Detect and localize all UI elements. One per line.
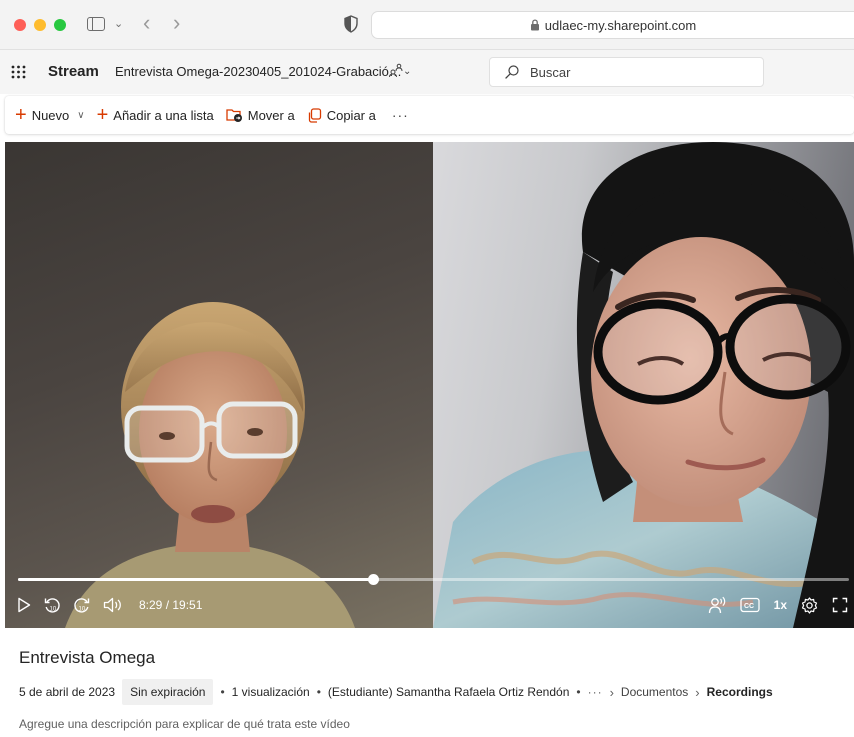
new-button[interactable]: + Nuevo ∨ bbox=[15, 104, 85, 126]
address-bar[interactable]: udlaec-my.sharepoint.com bbox=[371, 11, 854, 39]
back-button[interactable]: ‹ bbox=[143, 10, 150, 36]
minimize-window-button[interactable] bbox=[34, 19, 46, 31]
play-icon[interactable] bbox=[17, 597, 31, 613]
lock-icon bbox=[530, 19, 539, 31]
breadcrumb-separator-icon: › bbox=[609, 684, 614, 700]
video-title[interactable]: Entrevista Omega bbox=[19, 648, 155, 668]
plus-icon: + bbox=[15, 104, 27, 126]
player-controls-left: 10 10 8:29 / 19:51 bbox=[17, 596, 202, 614]
new-label: Nuevo bbox=[31, 107, 70, 123]
seek-bar-played bbox=[18, 578, 373, 581]
title-chevron-down-icon[interactable]: ⌄ bbox=[403, 66, 411, 77]
browser-toolbar: ⌄ ‹ › udlaec-my.sharepoint.com bbox=[0, 0, 854, 50]
skip-back-seconds: 10 bbox=[50, 607, 57, 613]
video-player[interactable]: 10 10 8:29 / 19:51 CC 1x bbox=[5, 142, 854, 628]
fullscreen-icon[interactable] bbox=[832, 597, 848, 613]
search-icon bbox=[505, 65, 519, 79]
breadcrumb-recordings[interactable]: Recordings bbox=[707, 685, 773, 699]
skip-back-icon[interactable]: 10 bbox=[43, 596, 61, 614]
move-to-button[interactable]: Mover a bbox=[226, 108, 295, 123]
add-to-list-label: Añadir a una lista bbox=[113, 107, 214, 123]
app-name[interactable]: Stream bbox=[48, 63, 99, 80]
breadcrumb-documentos[interactable]: Documentos bbox=[621, 685, 688, 699]
video-meta-row: 5 de abril de 2023 Sin expiración • 1 vi… bbox=[19, 679, 773, 705]
waffle-icon[interactable] bbox=[11, 65, 26, 79]
copy-to-button[interactable]: Copiar a bbox=[307, 108, 376, 123]
playback-speed-button[interactable]: 1x bbox=[774, 598, 787, 612]
meta-separator: • bbox=[316, 685, 321, 699]
copy-icon bbox=[308, 107, 321, 123]
zoom-window-button[interactable] bbox=[54, 19, 66, 31]
app-header: Stream Entrevista Omega-20230405_201024-… bbox=[0, 50, 854, 94]
more-options-button[interactable]: ··· bbox=[392, 107, 409, 123]
command-bar: + Nuevo ∨ + Añadir a una lista Mover a C… bbox=[5, 96, 854, 134]
view-count: 1 visualización bbox=[231, 685, 310, 699]
meta-separator: • bbox=[220, 685, 225, 699]
owner-name[interactable]: (Estudiante) Samantha Rafaela Ortiz Rend… bbox=[328, 685, 569, 699]
close-window-button[interactable] bbox=[14, 19, 26, 31]
volume-icon[interactable] bbox=[103, 597, 123, 613]
add-list-icon: + bbox=[96, 104, 109, 126]
add-to-list-button[interactable]: + Añadir a una lista bbox=[96, 104, 214, 126]
tab-group-chevron-down-icon[interactable]: ⌄ bbox=[114, 17, 123, 30]
video-participant-left bbox=[5, 142, 433, 628]
seek-bar[interactable] bbox=[18, 574, 849, 585]
url-text: udlaec-my.sharepoint.com bbox=[544, 17, 697, 33]
description-placeholder[interactable]: Agregue una descripción para explicar de… bbox=[19, 717, 350, 731]
seek-bar-thumb[interactable] bbox=[367, 574, 379, 585]
participant-left-figure bbox=[65, 302, 355, 628]
upload-date: 5 de abril de 2023 bbox=[19, 685, 116, 699]
breadcrumb-overflow-button[interactable]: ··· bbox=[588, 685, 603, 699]
search-box[interactable] bbox=[489, 57, 764, 87]
sidebar-toggle-icon[interactable] bbox=[87, 17, 105, 31]
breadcrumb-separator-icon: › bbox=[695, 684, 700, 700]
video-participant-right bbox=[433, 142, 854, 628]
captions-icon[interactable]: CC bbox=[739, 597, 760, 613]
move-folder-icon bbox=[226, 109, 242, 122]
svg-text:CC: CC bbox=[744, 603, 754, 610]
skip-forward-icon[interactable]: 10 bbox=[73, 596, 91, 614]
noise-suppression-icon[interactable] bbox=[708, 596, 726, 614]
move-to-label: Mover a bbox=[247, 107, 295, 123]
meta-separator: • bbox=[576, 685, 581, 699]
expiration-badge[interactable]: Sin expiración bbox=[122, 679, 214, 705]
settings-gear-icon[interactable] bbox=[801, 596, 818, 614]
shield-icon[interactable] bbox=[344, 15, 358, 33]
chevron-down-icon: ∨ bbox=[77, 109, 85, 121]
search-input[interactable] bbox=[530, 63, 750, 81]
share-people-icon[interactable] bbox=[389, 63, 403, 77]
player-controls-right: CC 1x bbox=[708, 596, 848, 614]
skip-forward-seconds: 10 bbox=[79, 607, 86, 613]
participant-right-figure bbox=[433, 142, 854, 628]
time-display: 8:29 / 19:51 bbox=[139, 598, 203, 612]
copy-to-label: Copiar a bbox=[326, 107, 376, 123]
file-title[interactable]: Entrevista Omega-20230405_201024-Grabaci… bbox=[115, 64, 402, 79]
forward-button[interactable]: › bbox=[173, 10, 180, 36]
